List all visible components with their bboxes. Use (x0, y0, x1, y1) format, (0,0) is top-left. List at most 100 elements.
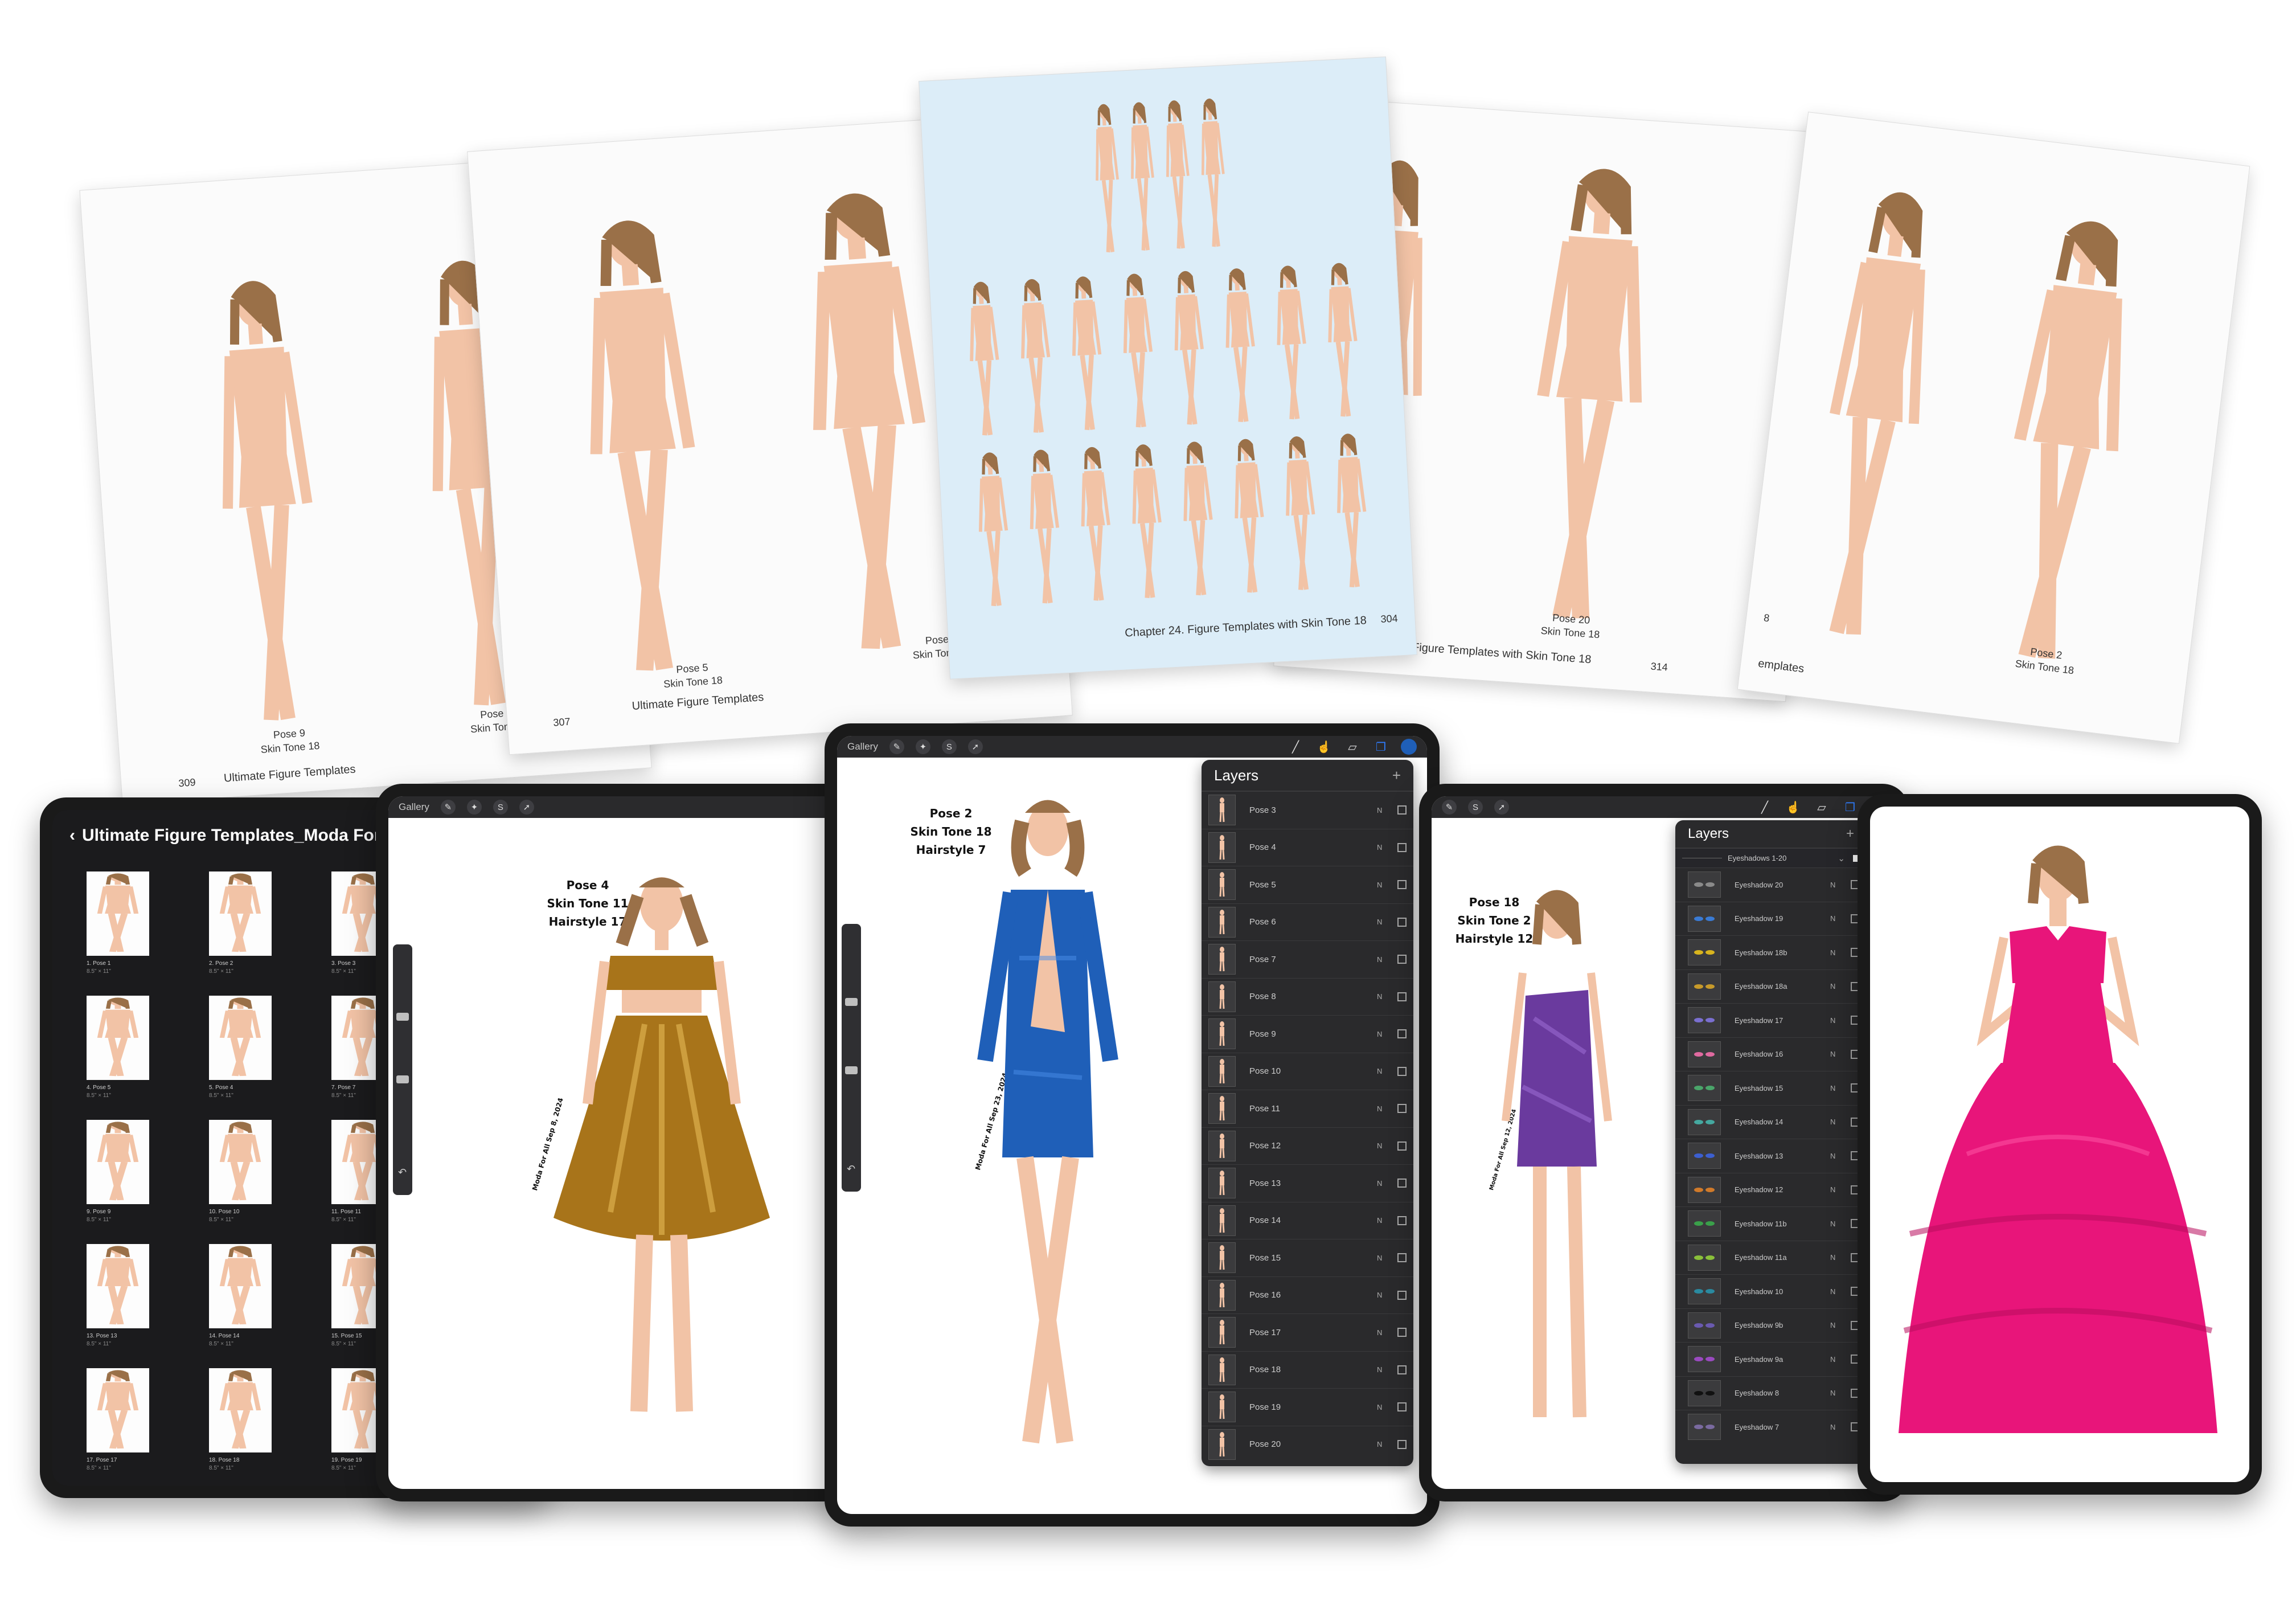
blend-mode[interactable]: N (1830, 1389, 1851, 1397)
blend-mode[interactable]: N (1377, 881, 1397, 889)
brush-icon[interactable]: ╱ (1756, 799, 1773, 816)
blend-mode[interactable]: N (1377, 992, 1397, 1001)
layer-row[interactable]: Pose 12 N (1202, 1127, 1413, 1165)
blend-mode[interactable]: N (1377, 1254, 1397, 1262)
layer-visibility-checkbox[interactable] (1397, 1402, 1407, 1412)
layer-row[interactable]: Pose 10 N (1202, 1052, 1413, 1090)
layer-visibility-checkbox[interactable] (1397, 992, 1407, 1001)
blend-mode[interactable]: N (1377, 1328, 1397, 1337)
blend-mode[interactable]: N (1830, 1050, 1851, 1058)
layer-row[interactable]: Eyeshadow 20 N (1675, 868, 1867, 902)
blend-mode[interactable]: N (1830, 982, 1851, 991)
gallery-tile[interactable] (87, 1120, 149, 1204)
chevron-down-icon[interactable]: ⌄ (1838, 853, 1845, 864)
layers-icon[interactable]: ❐ (1372, 738, 1389, 755)
layer-row[interactable]: Pose 13 N (1202, 1164, 1413, 1202)
blend-mode[interactable]: N (1377, 1365, 1397, 1374)
blend-mode[interactable]: N (1830, 1287, 1851, 1296)
layer-visibility-checkbox[interactable] (1397, 1216, 1407, 1225)
blend-mode[interactable]: N (1377, 1440, 1397, 1448)
opacity-slider[interactable] (396, 1075, 409, 1083)
layer-row[interactable]: Eyeshadow 18b N (1675, 935, 1867, 969)
layer-visibility-checkbox[interactable] (1397, 1253, 1407, 1263)
gallery-button[interactable]: Gallery (847, 741, 878, 752)
layer-row[interactable]: Pose 20 N (1202, 1425, 1413, 1463)
layer-visibility-checkbox[interactable] (1397, 805, 1407, 815)
layer-row[interactable]: Pose 16 N (1202, 1276, 1413, 1314)
blend-mode[interactable]: N (1377, 918, 1397, 926)
blend-mode[interactable]: N (1377, 1291, 1397, 1299)
layer-visibility-checkbox[interactable] (1397, 1029, 1407, 1039)
layer-row[interactable]: Eyeshadow 7 N (1675, 1410, 1867, 1444)
blend-mode[interactable]: N (1830, 1084, 1851, 1092)
gallery-tile[interactable] (209, 871, 272, 956)
gallery-tile[interactable] (87, 1244, 149, 1328)
layer-row[interactable]: Eyeshadow 17 N (1675, 1003, 1867, 1037)
layer-visibility-checkbox[interactable] (1397, 1179, 1407, 1188)
layer-row[interactable]: Pose 4 N (1202, 828, 1413, 866)
layer-row[interactable]: Eyeshadow 8 N (1675, 1376, 1867, 1410)
blend-mode[interactable]: N (1377, 1216, 1397, 1225)
add-layer-button[interactable]: + (1846, 826, 1854, 842)
eraser-icon[interactable]: ▱ (1344, 738, 1361, 755)
layer-row[interactable]: Eyeshadow 9a N (1675, 1342, 1867, 1376)
layer-row[interactable]: Eyeshadow 9b N (1675, 1308, 1867, 1343)
layer-row[interactable]: Eyeshadow 16 N (1675, 1037, 1867, 1071)
blend-mode[interactable]: N (1377, 1030, 1397, 1038)
blend-mode[interactable]: N (1377, 1141, 1397, 1150)
layer-visibility-checkbox[interactable] (1397, 1439, 1407, 1449)
layer-visibility-checkbox[interactable] (1397, 1328, 1407, 1337)
layer-visibility-checkbox[interactable] (1397, 955, 1407, 964)
layer-row[interactable]: Eyeshadow 11b N (1675, 1206, 1867, 1241)
layer-row[interactable]: Pose 18 N (1202, 1351, 1413, 1389)
gallery-button[interactable]: Gallery (399, 801, 429, 813)
gallery-tile[interactable] (209, 1120, 272, 1204)
layer-row[interactable]: Pose 7 N (1202, 940, 1413, 978)
brush-icon[interactable]: ╱ (1287, 738, 1304, 755)
layer-visibility-checkbox[interactable] (1397, 880, 1407, 890)
layer-row[interactable]: Pose 15 N (1202, 1239, 1413, 1276)
smudge-icon[interactable]: ☝ (1785, 799, 1802, 816)
selection-icon[interactable]: S (493, 800, 508, 815)
layer-row[interactable]: Eyeshadow 19 N (1675, 901, 1867, 936)
blend-mode[interactable]: N (1830, 1220, 1851, 1228)
layer-visibility-checkbox[interactable] (1397, 1066, 1407, 1076)
brush-size-slider[interactable] (396, 1013, 409, 1021)
layer-row[interactable]: Pose 17 N (1202, 1314, 1413, 1351)
transform-icon[interactable]: ➚ (967, 739, 983, 754)
blend-mode[interactable]: N (1377, 1179, 1397, 1188)
layer-visibility-checkbox[interactable] (1397, 1141, 1407, 1151)
gallery-tile[interactable] (87, 871, 149, 956)
undo-icon[interactable]: ↶ (847, 1163, 855, 1175)
selection-icon[interactable]: S (1468, 800, 1483, 815)
layer-row[interactable]: Eyeshadow 14 N (1675, 1104, 1867, 1139)
layer-row[interactable]: Pose 5 N (1202, 866, 1413, 903)
layer-visibility-checkbox[interactable] (1397, 842, 1407, 852)
layer-visibility-checkbox[interactable] (1397, 1290, 1407, 1300)
blend-mode[interactable]: N (1830, 1321, 1851, 1329)
magic-wand-icon[interactable]: ✦ (466, 800, 482, 815)
layer-row[interactable]: Eyeshadow 13 N (1675, 1139, 1867, 1173)
selection-icon[interactable]: S (941, 739, 957, 754)
layer-row[interactable]: Eyeshadow 18a N (1675, 969, 1867, 1004)
blend-mode[interactable]: N (1377, 955, 1397, 964)
layer-visibility-checkbox[interactable] (1397, 1104, 1407, 1114)
layer-row[interactable]: Pose 8 N (1202, 977, 1413, 1016)
layer-row[interactable]: Pose 19 N (1202, 1388, 1413, 1426)
gallery-tile[interactable] (209, 1368, 272, 1452)
layer-row[interactable]: Pose 14 N (1202, 1201, 1413, 1239)
blend-mode[interactable]: N (1830, 881, 1851, 889)
blend-mode[interactable]: N (1377, 843, 1397, 852)
layers-icon[interactable]: ❐ (1842, 799, 1859, 816)
gallery-tile[interactable] (87, 996, 149, 1080)
blend-mode[interactable]: N (1830, 1253, 1851, 1262)
wrench-icon[interactable]: ✎ (440, 800, 456, 815)
eraser-icon[interactable]: ▱ (1813, 799, 1830, 816)
gallery-tile[interactable] (87, 1368, 149, 1452)
blend-mode[interactable]: N (1377, 806, 1397, 815)
opacity-slider[interactable] (845, 1066, 858, 1074)
layer-visibility-checkbox[interactable] (1397, 1365, 1407, 1374)
layer-row[interactable]: Pose 11 N (1202, 1090, 1413, 1127)
blend-mode[interactable]: N (1377, 1104, 1397, 1113)
magic-wand-icon[interactable]: ✦ (915, 739, 930, 754)
